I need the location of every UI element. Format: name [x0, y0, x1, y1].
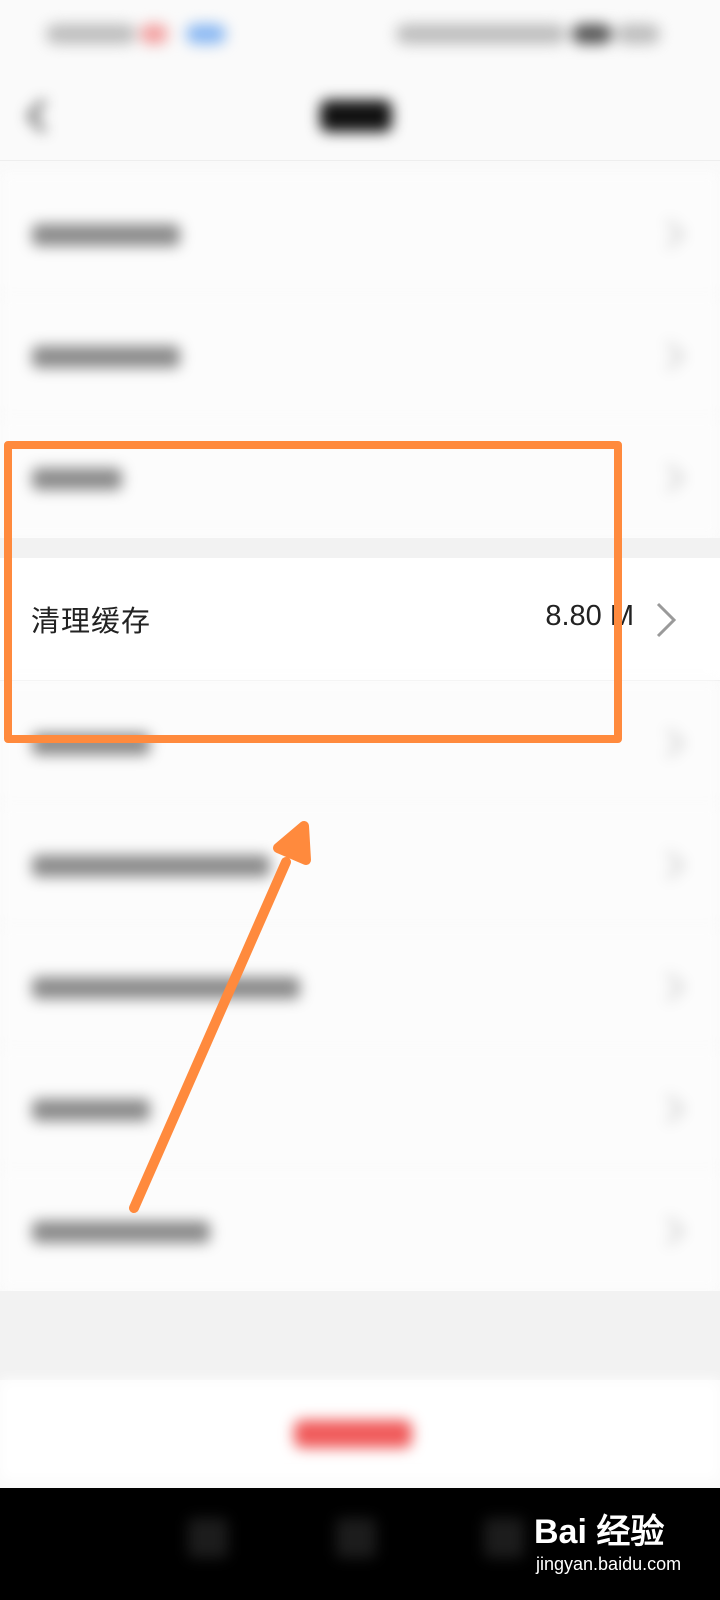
settings-row-label: [32, 1099, 150, 1121]
settings-row-label: [32, 346, 180, 368]
chevron-right-icon: [666, 728, 685, 758]
back-icon[interactable]: [26, 98, 48, 134]
baidu-watermark: Bai 经验 jingyan.baidu.com: [534, 1494, 704, 1594]
status-battery-level: [616, 24, 660, 44]
chevron-right-icon: [666, 1216, 685, 1246]
cache-size-value: 8.80 M: [545, 600, 634, 632]
status-time: [46, 24, 136, 44]
settings-row[interactable]: [0, 294, 720, 416]
clear-cache-label: 清理缓存: [31, 604, 152, 638]
group-separator: [0, 1291, 720, 1380]
status-bar: [0, 0, 720, 70]
settings-row[interactable]: [0, 681, 720, 803]
notification-icon: [186, 24, 226, 44]
chevron-right-icon: [666, 341, 685, 371]
chevron-right-icon: [666, 219, 685, 249]
settings-row-label: [32, 733, 150, 755]
settings-row-label: [32, 224, 180, 246]
divider: [0, 160, 720, 161]
settings-row[interactable]: [0, 1047, 720, 1169]
notification-icon: [140, 24, 168, 44]
watermark-url: jingyan.baidu.com: [536, 1554, 682, 1574]
settings-row-label: [32, 1221, 210, 1243]
settings-row[interactable]: [0, 172, 720, 294]
battery-icon: [572, 24, 612, 44]
logout-button[interactable]: [294, 1420, 412, 1448]
chevron-right-icon: [656, 602, 677, 638]
settings-row-label: [32, 855, 270, 877]
watermark-logo-text: Bai 经验: [534, 1513, 665, 1551]
chevron-right-icon: [666, 850, 685, 880]
settings-row[interactable]: [0, 416, 720, 538]
nav-menu-button[interactable]: [188, 1518, 228, 1558]
chevron-right-icon: [666, 972, 685, 1002]
settings-row-label: [32, 977, 300, 999]
group-separator: [0, 538, 720, 558]
status-indicators: [396, 24, 566, 44]
chevron-right-icon: [666, 463, 685, 493]
settings-row[interactable]: [0, 925, 720, 1047]
logout-area: [0, 1380, 720, 1480]
nav-back-button[interactable]: [484, 1518, 524, 1558]
settings-row-label: [32, 468, 122, 490]
nav-home-button[interactable]: [336, 1518, 376, 1558]
nav-bar: [0, 70, 720, 160]
settings-row[interactable]: [0, 1169, 720, 1291]
page-title: [320, 100, 392, 132]
chevron-right-icon: [666, 1094, 685, 1124]
settings-row[interactable]: [0, 803, 720, 925]
